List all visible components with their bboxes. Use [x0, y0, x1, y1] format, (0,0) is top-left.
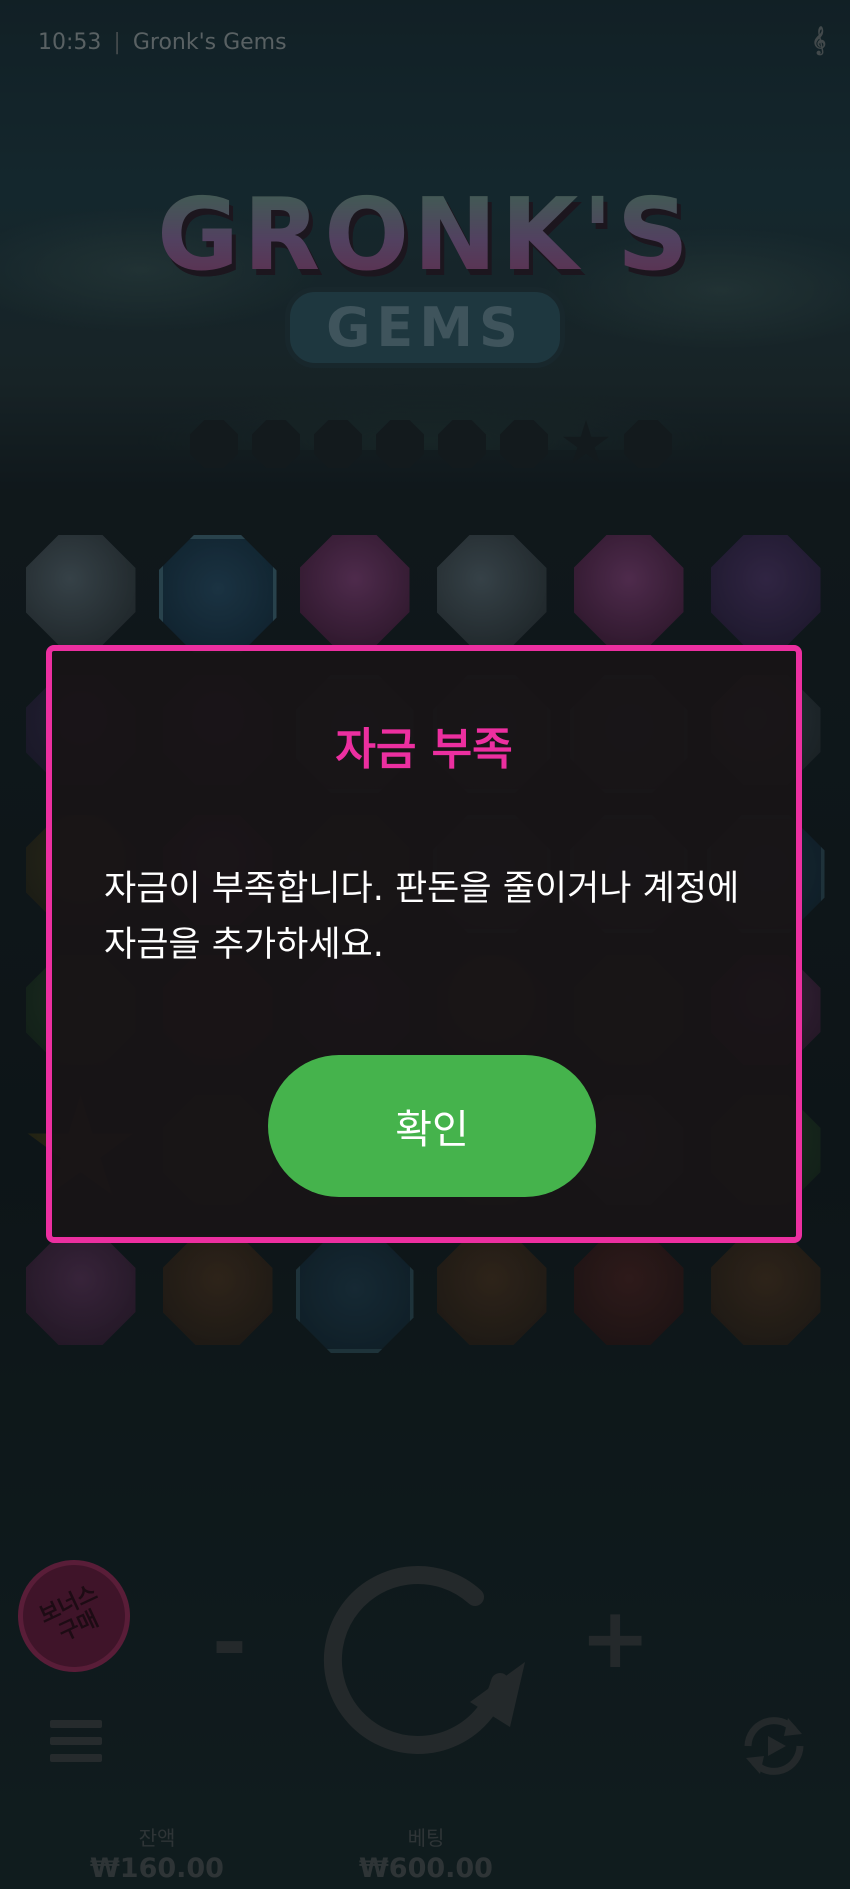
insufficient-funds-dialog: 자금 부족 자금이 부족합니다. 판돈을 줄이거나 계정에 자금을 추가하세요.… [46, 645, 802, 1243]
dialog-message: 자금이 부족합니다. 판돈을 줄이거나 계정에 자금을 추가하세요. [104, 869, 740, 965]
confirm-button[interactable]: 확인 [268, 1055, 596, 1197]
dialog-title: 자금 부족 [335, 724, 513, 775]
